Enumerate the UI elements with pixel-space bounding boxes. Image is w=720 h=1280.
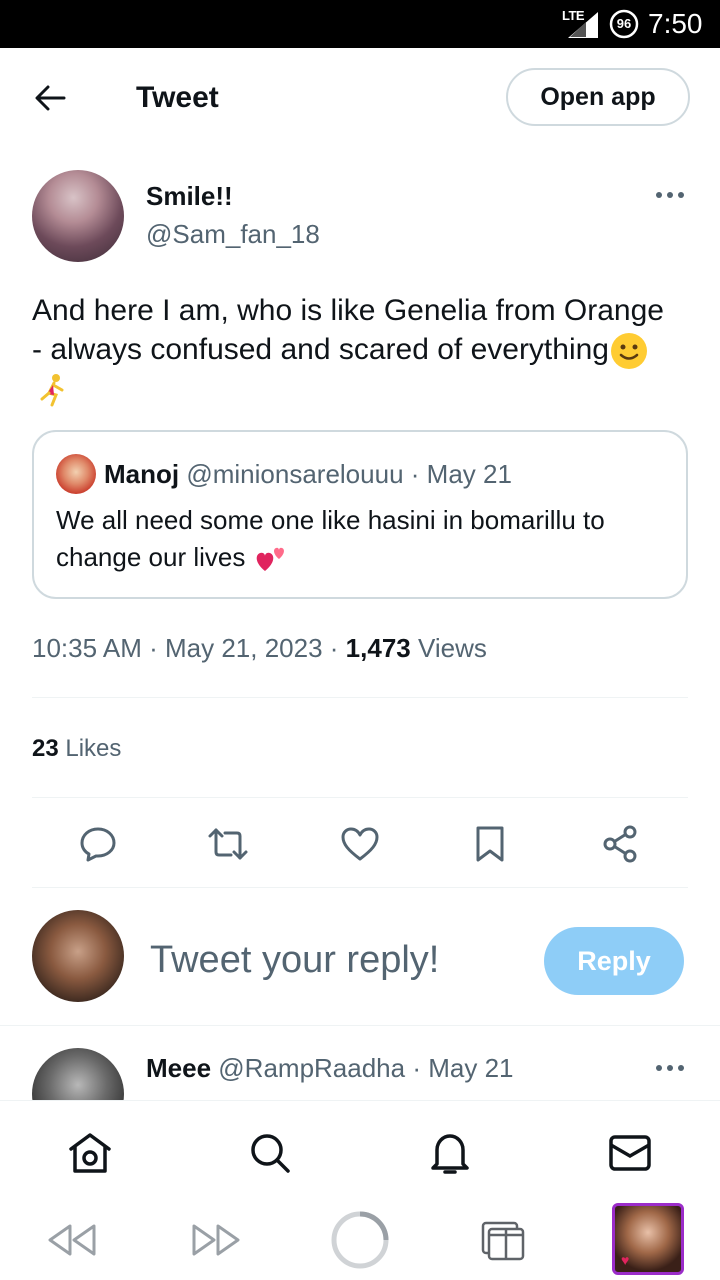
like-button[interactable] — [336, 820, 384, 868]
two-hearts-icon — [256, 547, 284, 572]
author-avatar[interactable] — [32, 170, 124, 262]
reply-author-name: Meee — [146, 1053, 212, 1083]
open-app-button[interactable]: Open app — [506, 68, 690, 126]
reply-button[interactable] — [74, 820, 122, 868]
slightly-smiling-face-icon — [611, 332, 647, 369]
quoted-author-handle: @minionsarelouuu — [186, 459, 404, 489]
divider — [32, 797, 688, 798]
tweet-text: And here I am, who is like Genelia from … — [32, 292, 682, 411]
search-icon — [251, 1134, 290, 1173]
browser-forward-button[interactable] — [188, 1210, 244, 1270]
retweet-button[interactable] — [204, 820, 252, 868]
heart-icon — [341, 827, 379, 861]
views-label: Views — [417, 633, 487, 663]
quoted-separator: · — [410, 459, 427, 489]
divider — [32, 887, 688, 888]
quoted-date: May 21 — [426, 459, 512, 489]
nav-search[interactable] — [246, 1129, 294, 1177]
views-count: 1,473 — [345, 633, 411, 663]
active-tab-thumbnail[interactable]: ♥ — [612, 1203, 684, 1275]
browser-reload-button[interactable] — [328, 1210, 392, 1270]
fast-forward-icon — [192, 1224, 240, 1256]
reply-tweet-header[interactable]: Meee @RampRaadha · May 21 — [146, 1050, 514, 1086]
reply-submit-button[interactable]: Reply — [544, 927, 684, 995]
page-title: Tweet — [136, 81, 219, 114]
bookmark-icon — [476, 826, 504, 862]
tweet-date: May 21, 2023 — [164, 633, 323, 663]
quoted-tweet[interactable]: Manoj @minionsarelouuu · May 21 We all n… — [32, 430, 688, 599]
rewind-icon — [48, 1224, 96, 1256]
quoted-author-name: Manoj — [104, 459, 180, 489]
browser-tabs-button[interactable] — [478, 1210, 528, 1270]
divider — [0, 1025, 720, 1026]
author-handle[interactable]: @Sam_fan_18 — [146, 218, 320, 250]
top-header: Tweet Open app — [0, 48, 720, 148]
meta-separator: · — [329, 633, 346, 663]
quoted-tweet-header: Manoj @minionsarelouuu · May 21 — [104, 456, 512, 492]
nav-messages[interactable] — [606, 1129, 654, 1177]
bookmark-button[interactable] — [466, 820, 514, 868]
quoted-tweet-text-content: We all need some one like hasini in boma… — [56, 505, 605, 572]
share-icon — [603, 825, 637, 863]
home-icon — [69, 1133, 111, 1173]
heart-icon: ♥ — [621, 1252, 630, 1268]
nav-home[interactable] — [66, 1129, 114, 1177]
reply-author-handle: @RampRaadha — [218, 1053, 406, 1083]
tweet-timestamp: 10:35 AM · May 21, 2023 · 1,473 Views — [32, 630, 487, 666]
meta-separator: · — [149, 633, 165, 663]
clock: 7:50 — [648, 8, 703, 39]
tweet-time: 10:35 AM — [32, 633, 142, 663]
tabs-icon — [481, 1221, 525, 1261]
tweet-text-content: And here I am, who is like Genelia from … — [32, 294, 664, 366]
status-bar: LTE 96 7:50 — [0, 0, 720, 48]
battery-level: 96 — [616, 16, 632, 31]
more-options-icon[interactable] — [650, 185, 690, 205]
reply-input[interactable]: Tweet your reply! — [150, 934, 439, 986]
retweet-icon — [208, 828, 248, 860]
reply-more-options-icon[interactable] — [650, 1058, 690, 1078]
envelope-icon — [609, 1135, 651, 1171]
nav-notifications[interactable] — [426, 1129, 474, 1177]
reply-icon — [80, 827, 116, 862]
bottom-navigation — [0, 1100, 720, 1200]
bell-icon — [431, 1134, 469, 1174]
likes-count-link[interactable]: 23 Likes — [32, 732, 121, 766]
signal-icon — [568, 12, 598, 38]
likes-count: 23 — [32, 735, 59, 762]
quoted-author-avatar — [56, 454, 96, 494]
likes-label: Likes — [65, 735, 122, 762]
reply-separator: · — [412, 1053, 429, 1083]
reload-icon — [331, 1211, 389, 1269]
woman-running-icon — [40, 373, 64, 407]
back-button[interactable] — [30, 78, 70, 118]
browser-back-button[interactable] — [44, 1210, 100, 1270]
share-button[interactable] — [596, 820, 644, 868]
arrow-left-icon — [35, 85, 66, 111]
author-name[interactable]: Smile!! — [146, 180, 233, 212]
quoted-tweet-text: We all need some one like hasini in boma… — [56, 502, 676, 576]
reply-date: May 21 — [428, 1053, 514, 1083]
divider — [32, 697, 688, 698]
current-user-avatar — [32, 910, 124, 1002]
